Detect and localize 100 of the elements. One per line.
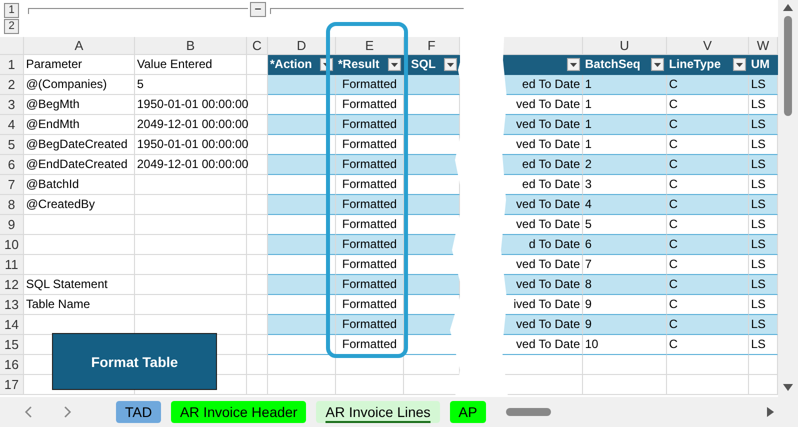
row-number[interactable]: 10 (0, 235, 24, 255)
table-cell: 4 (583, 195, 667, 215)
sheet-tab[interactable]: TAD (116, 401, 161, 423)
format-table-button[interactable]: Format Table (52, 333, 217, 390)
column-letter[interactable]: C (247, 37, 268, 55)
table-cell (247, 175, 268, 195)
table-cell: Formatted (336, 315, 404, 335)
row-number[interactable]: 9 (0, 215, 24, 235)
sheet-tab[interactable]: AR Invoice Header (170, 401, 306, 423)
row-number[interactable]: 1 (0, 55, 24, 75)
table-cell: SQL Statement (24, 275, 135, 295)
table-cell: 1950-01-01 00:00:00 (135, 135, 247, 155)
table-cell (268, 355, 336, 375)
table-cell (336, 375, 404, 395)
table-cell (247, 135, 268, 155)
table-cell: Table Name (24, 295, 135, 315)
row-number[interactable]: 17 (0, 375, 24, 395)
row-number[interactable]: 11 (0, 255, 24, 275)
table-cell: LS (749, 315, 778, 335)
table-cell: LS (749, 275, 778, 295)
table-cell (268, 375, 336, 395)
table-cell: 2 (583, 155, 667, 175)
table-cell (268, 115, 336, 135)
row-number[interactable]: 6 (0, 155, 24, 175)
table-cell: Parameter (24, 55, 135, 75)
table-cell: 1950-01-01 00:00:00 (135, 95, 247, 115)
column-letter[interactable]: E (336, 37, 404, 55)
row-number[interactable]: 12 (0, 275, 24, 295)
column-letter[interactable]: V (667, 37, 749, 55)
row-number[interactable]: 4 (0, 115, 24, 135)
column-header: *Action (268, 55, 336, 75)
filter-dropdown-icon[interactable] (388, 58, 401, 71)
scrollbar-thumb[interactable] (784, 16, 792, 116)
column-letter[interactable]: U (583, 37, 667, 55)
table-cell: Formatted (336, 75, 404, 95)
row-number[interactable]: 16 (0, 355, 24, 375)
column-letter[interactable]: A (24, 37, 135, 55)
filter-dropdown-icon[interactable] (444, 58, 457, 71)
table-cell: @CreatedBy (24, 195, 135, 215)
outline-level-button[interactable]: 1 (4, 3, 19, 18)
column-letter[interactable]: B (135, 37, 247, 55)
column-header: UM (749, 55, 778, 75)
table-cell (268, 235, 336, 255)
table-cell (247, 215, 268, 235)
table-cell: LS (749, 195, 778, 215)
table-cell: C (667, 195, 749, 215)
scroll-down-icon[interactable] (783, 384, 793, 391)
table-cell (247, 355, 268, 375)
table-cell (268, 315, 336, 335)
table-cell: ed To Date (500, 155, 583, 175)
table-cell (247, 295, 268, 315)
row-number[interactable]: 7 (0, 175, 24, 195)
table-cell: Formatted (336, 155, 404, 175)
filter-dropdown-icon[interactable] (567, 58, 580, 71)
row-number[interactable]: 14 (0, 315, 24, 335)
row-number[interactable]: 3 (0, 95, 24, 115)
column-header: LineType (667, 55, 749, 75)
table-cell: Formatted (336, 195, 404, 215)
sheet-tab[interactable]: AP (450, 401, 486, 423)
row-number[interactable]: 2 (0, 75, 24, 95)
table-cell: C (667, 275, 749, 295)
table-cell (268, 275, 336, 295)
outline-level-button[interactable]: 2 (4, 19, 19, 34)
column-letter[interactable]: W (749, 37, 778, 55)
table-cell (268, 155, 336, 175)
sheet-tab[interactable]: AR Invoice Lines (316, 401, 440, 423)
table-cell: @(Companies) (24, 75, 135, 95)
table-cell: Formatted (336, 275, 404, 295)
table-cell: 10 (583, 335, 667, 355)
table-cell (336, 355, 404, 375)
table-cell: 2049-12-01 00:00:00 (135, 115, 247, 135)
next-sheet-icon[interactable] (62, 406, 72, 418)
table-cell: 6 (583, 235, 667, 255)
scroll-up-icon[interactable] (783, 4, 793, 11)
scroll-right-icon[interactable] (767, 407, 774, 417)
table-cell: 8 (583, 275, 667, 295)
previous-sheet-icon[interactable] (24, 406, 34, 418)
table-cell: C (667, 115, 749, 135)
table-cell: C (667, 235, 749, 255)
table-cell (247, 255, 268, 275)
row-number[interactable]: 5 (0, 135, 24, 155)
collapse-button[interactable]: − (250, 2, 266, 17)
scrollbar-thumb[interactable] (506, 408, 552, 416)
table-cell (247, 95, 268, 115)
table-cell: C (667, 75, 749, 95)
table-cell: Formatted (336, 115, 404, 135)
table-cell: 1 (583, 115, 667, 135)
vertical-scrollbar[interactable] (778, 0, 798, 397)
filter-dropdown-icon[interactable] (733, 58, 746, 71)
table-cell: C (667, 335, 749, 355)
row-number[interactable]: 13 (0, 295, 24, 315)
row-number[interactable]: 8 (0, 195, 24, 215)
row-number[interactable]: 15 (0, 335, 24, 355)
table-cell (268, 335, 336, 355)
table-cell: 9 (583, 315, 667, 335)
column-letter[interactable]: D (268, 37, 336, 55)
table-cell (247, 335, 268, 355)
filter-dropdown-icon[interactable] (651, 58, 664, 71)
column-header: *Result (336, 55, 404, 75)
table-cell: C (667, 155, 749, 175)
